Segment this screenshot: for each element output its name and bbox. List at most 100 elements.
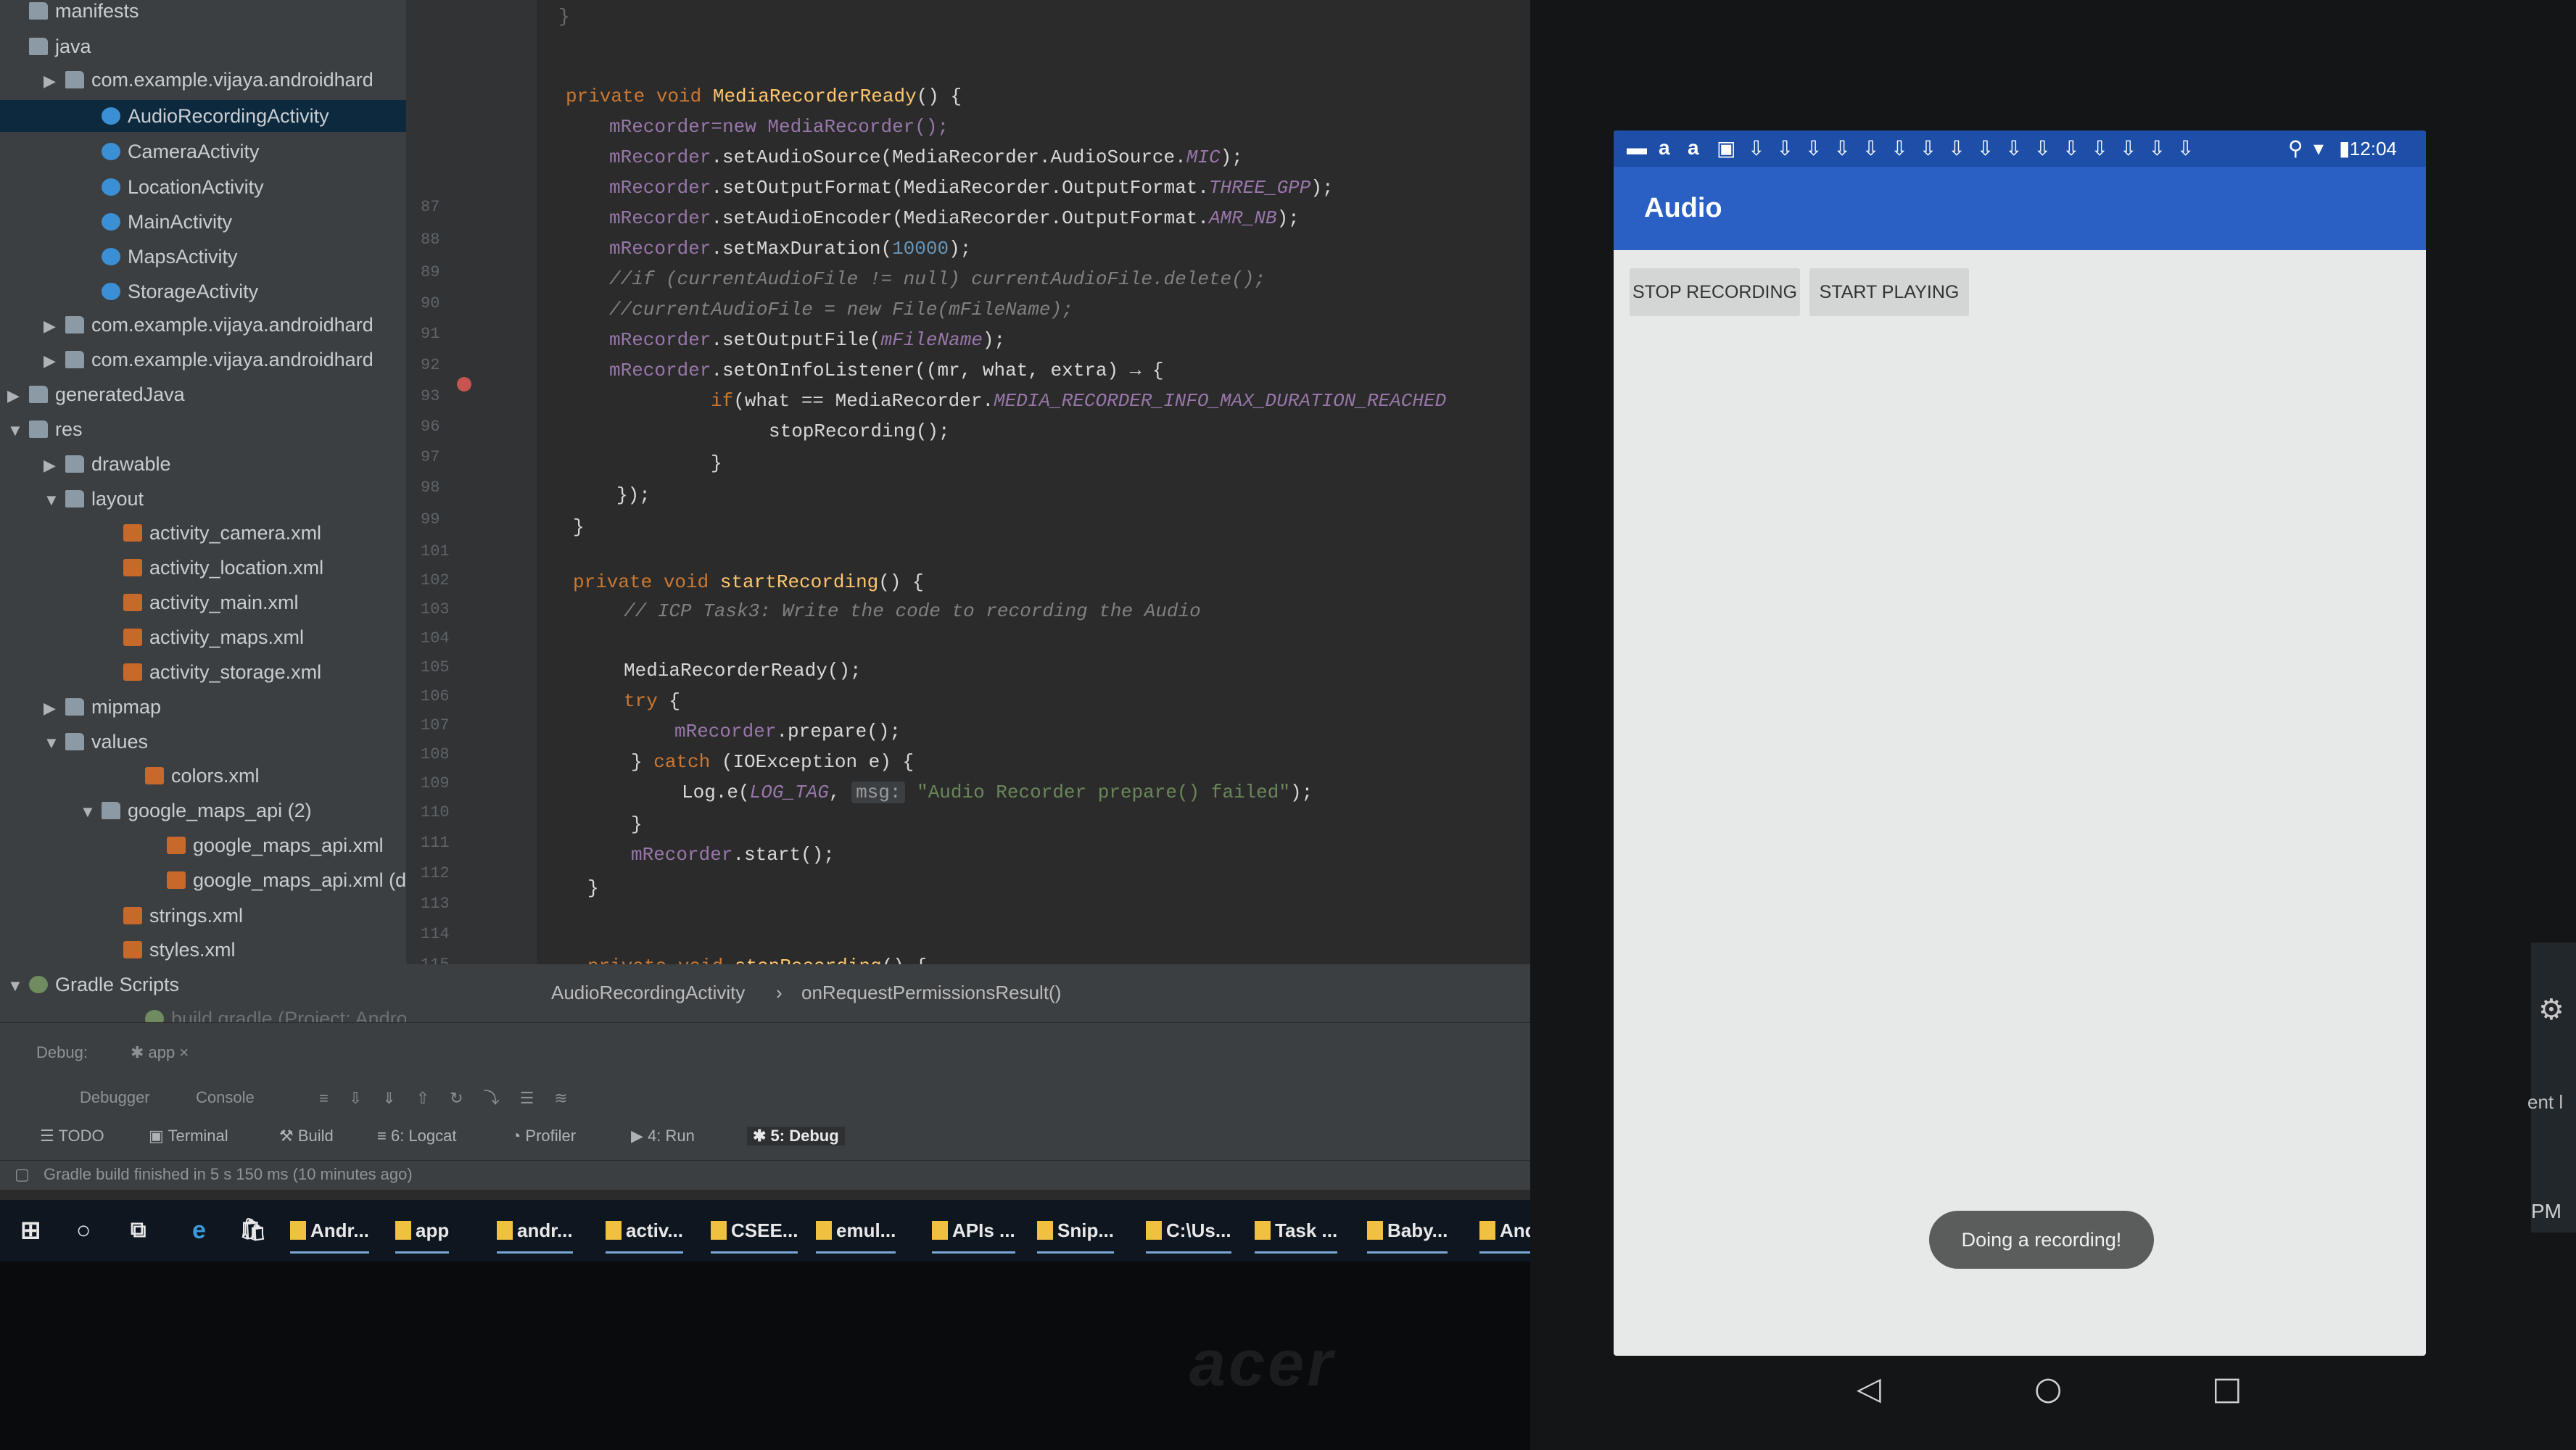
- cortana-icon[interactable]: ○: [76, 1214, 91, 1246]
- tree-item[interactable]: CameraActivity: [102, 136, 260, 167]
- code-line: private void startRecording() {: [573, 571, 924, 593]
- class-icon: [102, 107, 120, 125]
- taskbar-app[interactable]: app: [395, 1214, 450, 1254]
- debug-config-tab[interactable]: ✱ app ×: [131, 1043, 189, 1062]
- tree-item[interactable]: ▼ layout: [44, 483, 144, 515]
- tree-item-label: MainActivity: [128, 211, 233, 233]
- tree-item[interactable]: StorageActivity: [102, 276, 258, 307]
- taskbar-app-label: CSEE...: [731, 1219, 798, 1241]
- line-number: 105: [421, 658, 450, 676]
- chevron-right-icon[interactable]: ▶: [44, 692, 65, 724]
- tree-item[interactable]: activity_storage.xml: [123, 656, 321, 688]
- tree-item[interactable]: LocationActivity: [102, 171, 264, 203]
- tree-item-label: values: [91, 731, 149, 753]
- windows-start-icon[interactable]: ⊞: [20, 1214, 41, 1246]
- tree-item[interactable]: ▶ com.example.vijaya.androidhard: [44, 344, 373, 376]
- chevron-down-icon[interactable]: ▼: [44, 484, 65, 516]
- code-line: if(what == MediaRecorder.MEDIA_RECORDER_…: [711, 390, 1447, 412]
- store-icon[interactable]: 🛍: [239, 1214, 267, 1246]
- tree-item[interactable]: activity_main.xml: [123, 587, 299, 618]
- line-number: 113: [421, 895, 450, 913]
- gear-icon[interactable]: ⚙: [2538, 993, 2564, 1027]
- taskbar-app[interactable]: Snip...: [1037, 1214, 1114, 1254]
- chevron-down-icon[interactable]: ▼: [7, 415, 29, 447]
- taskbar-app-label: activ...: [626, 1219, 684, 1241]
- chevron-right-icon[interactable]: ▶: [44, 65, 65, 97]
- tree-item[interactable]: ▶ com.example.vijaya.androidhard: [44, 309, 373, 341]
- tree-item[interactable]: activity_location.xml: [123, 552, 323, 584]
- running-indicator: [816, 1251, 896, 1254]
- tree-item[interactable]: styles.xml: [123, 934, 236, 966]
- code-line: mRecorder.setOnInfoListener((mr, what, e…: [609, 360, 1164, 381]
- chevron-right-icon[interactable]: ▶: [7, 380, 29, 412]
- stop-recording-button[interactable]: STOP RECORDING: [1630, 268, 1800, 316]
- tree-item-label: layout: [91, 488, 144, 510]
- chevron-right-icon[interactable]: ▶: [44, 450, 65, 481]
- chevron-down-icon[interactable]: ▼: [7, 970, 29, 1002]
- taskbar-app[interactable]: emul...: [816, 1214, 896, 1254]
- taskbar-app[interactable]: activ...: [606, 1214, 684, 1254]
- tree-item[interactable]: google_maps_api.xml (de: [167, 864, 417, 896]
- code-line: });: [616, 484, 651, 506]
- tree-item[interactable]: colors.xml: [145, 760, 260, 792]
- taskbar-app[interactable]: Task ...: [1255, 1214, 1338, 1254]
- tree-item[interactable]: ▼ google_maps_api (2): [80, 795, 312, 826]
- tool-window-tab[interactable]: ◔ Profiler: [511, 1127, 576, 1146]
- taskbar-app[interactable]: APIs ...: [932, 1214, 1015, 1254]
- tree-item[interactable]: ▼ res: [7, 413, 83, 445]
- tree-item[interactable]: activity_camera.xml: [123, 517, 321, 549]
- tree-item[interactable]: ▶ drawable: [44, 448, 171, 480]
- tree-item[interactable]: java: [29, 30, 91, 62]
- start-playing-button[interactable]: START PLAYING: [1809, 268, 1969, 316]
- laptop-screen: manifests java ▶ com.example.vijaya.android…: [0, 0, 1559, 1262]
- debugger-tab[interactable]: Debugger: [80, 1088, 150, 1107]
- xml-icon: [145, 767, 164, 784]
- chevron-right-icon[interactable]: ▶: [44, 345, 65, 377]
- tree-item[interactable]: ▼ values: [44, 726, 148, 758]
- code-editor[interactable]: } private void MediaRecorderReady() { mR…: [537, 0, 1559, 964]
- tool-window-tab[interactable]: ▶ 4: Run: [631, 1127, 695, 1146]
- taskbar-app[interactable]: C:\Us...: [1146, 1214, 1231, 1254]
- folder-icon: [29, 38, 48, 55]
- chevron-down-icon[interactable]: ▼: [80, 796, 102, 828]
- tool-window-tab[interactable]: ≡ 6: Logcat: [377, 1127, 456, 1146]
- chevron-down-icon[interactable]: ▼: [44, 727, 65, 759]
- tree-item[interactable]: ▶ com.example.vijaya.androidhard: [44, 64, 373, 96]
- tree-item[interactable]: MapsActivity: [102, 241, 238, 273]
- recents-icon[interactable]: □: [2212, 1370, 2242, 1407]
- tree-item[interactable]: ▶ generatedJava: [7, 378, 185, 410]
- breadcrumb-class[interactable]: AudioRecordingActivity: [551, 982, 745, 1004]
- console-tab[interactable]: Console: [196, 1088, 255, 1107]
- debug-step-icons[interactable]: ≡⇩⇓⇧↻⤵☰≋: [319, 1085, 588, 1109]
- breakpoint-icon[interactable]: [457, 377, 471, 392]
- chevron-right-icon[interactable]: ▶: [44, 310, 65, 342]
- breadcrumb-separator: ›: [776, 982, 783, 1003]
- taskbar-app[interactable]: And: [1479, 1214, 1537, 1254]
- taskbar-app[interactable]: andr...: [497, 1214, 573, 1254]
- taskbar-app[interactable]: Baby...: [1367, 1214, 1448, 1254]
- tree-item[interactable]: strings.xml: [123, 900, 243, 932]
- xml-icon: [123, 559, 142, 576]
- breadcrumb-method[interactable]: onRequestPermissionsResult(): [801, 982, 1061, 1004]
- tree-item[interactable]: google_maps_api.xml: [167, 829, 384, 861]
- home-icon[interactable]: ○: [2034, 1370, 2062, 1407]
- code-line: mRecorder.setMaxDuration(10000);: [609, 238, 972, 260]
- tool-window-tab[interactable]: ⚒ Build: [279, 1127, 334, 1146]
- tool-window-tab[interactable]: ☰ TODO: [40, 1127, 104, 1146]
- tree-item[interactable]: ▶ mipmap: [44, 691, 161, 723]
- taskbar-app[interactable]: Andr...: [290, 1214, 369, 1254]
- tool-window-tab[interactable]: ✱ 5: Debug: [747, 1127, 845, 1146]
- task-view-icon[interactable]: ⧉: [131, 1214, 146, 1246]
- tree-item[interactable]: ▼ Gradle Scripts: [7, 969, 179, 1000]
- app-bar: Audio: [1614, 167, 2426, 250]
- tree-item[interactable]: MainActivity: [102, 206, 232, 238]
- edge-icon[interactable]: e: [192, 1214, 206, 1246]
- tree-item[interactable]: manifests: [29, 0, 139, 27]
- bug-icon: ✱: [131, 1043, 149, 1061]
- running-indicator: [395, 1251, 450, 1254]
- side-panel-time: PM: [2531, 1200, 2561, 1222]
- tree-item[interactable]: activity_maps.xml: [123, 621, 304, 653]
- taskbar-app[interactable]: CSEE...: [711, 1214, 798, 1254]
- tool-window-tab[interactable]: ▣ Terminal: [149, 1127, 228, 1146]
- back-icon[interactable]: ◁: [1857, 1370, 1881, 1407]
